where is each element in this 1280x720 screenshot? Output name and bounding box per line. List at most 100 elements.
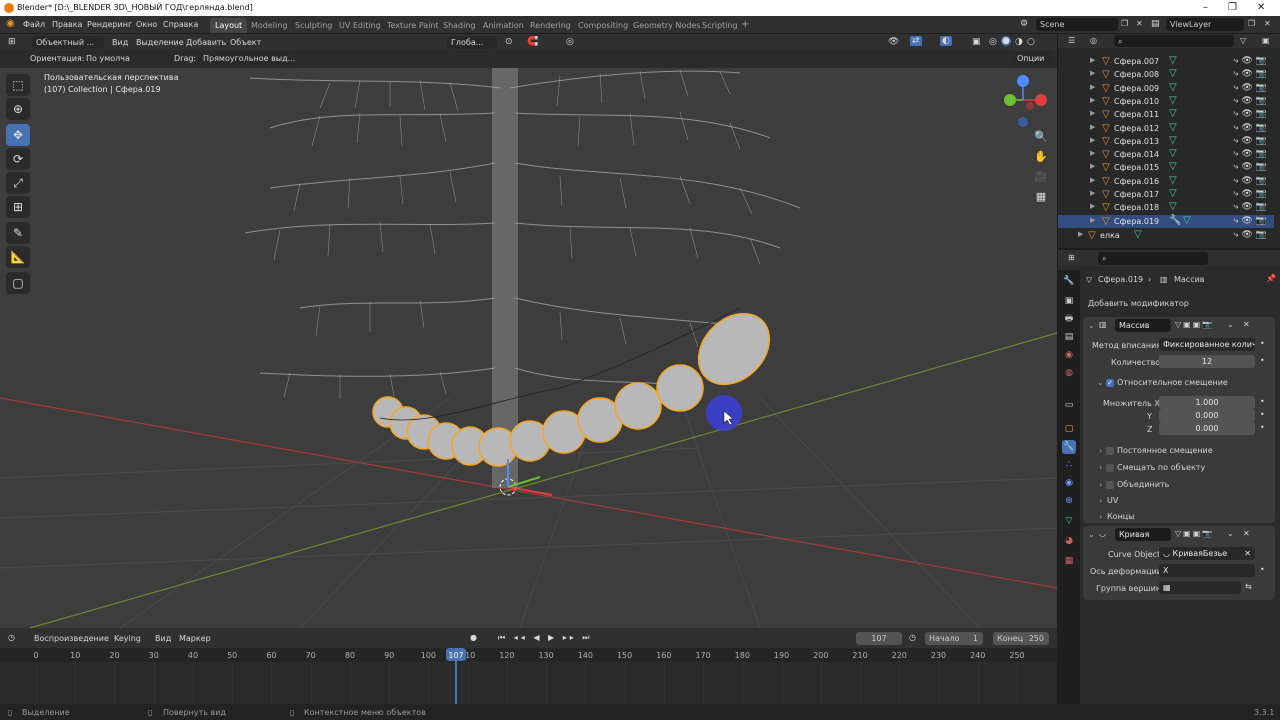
- expand-arrow-icon[interactable]: ▶: [1090, 136, 1095, 144]
- tab-layout[interactable]: Layout: [210, 18, 248, 33]
- row-visibility-icons[interactable]: ⤷👁📷: [1233, 202, 1270, 212]
- invert-vertex-group-icon[interactable]: ⇆: [1245, 582, 1252, 591]
- mode-dropdown[interactable]: Объектный ...: [32, 36, 104, 49]
- modifier-tab-icon[interactable]: 🔧: [1062, 440, 1076, 454]
- menu-view[interactable]: Вид: [112, 38, 128, 47]
- physics-tab-icon[interactable]: ◉: [1062, 476, 1076, 490]
- outliner-search-input[interactable]: ⌕: [1114, 35, 1234, 47]
- expand-arrow-icon[interactable]: ▶: [1090, 162, 1095, 170]
- scale-tool[interactable]: ⤢: [6, 172, 30, 194]
- data-tab-icon[interactable]: ▽: [1062, 514, 1076, 528]
- blender-menu-icon[interactable]: ◉: [6, 18, 15, 29]
- object-offset-expand-icon[interactable]: ›: [1099, 463, 1102, 472]
- filter-icon[interactable]: ▽: [1240, 36, 1246, 45]
- outliner-item[interactable]: ▶ ▽ Сфера.016 ▽ ⤷👁📷: [1058, 175, 1274, 188]
- timeline-view-menu[interactable]: Вид: [155, 634, 171, 643]
- factor-y-field[interactable]: 0.000: [1159, 409, 1255, 422]
- xray-icon[interactable]: ▣: [972, 37, 981, 47]
- array-remove-icon[interactable]: ✕: [1243, 320, 1250, 329]
- record-icon[interactable]: ●: [470, 633, 477, 642]
- outliner-item[interactable]: ▶ ▽ Сфера.007 ▽ ⤷👁📷: [1058, 55, 1274, 68]
- array-dropdown-icon[interactable]: ⌄: [1227, 320, 1234, 329]
- move-tool[interactable]: ✥: [6, 124, 30, 146]
- row-visibility-icons[interactable]: ⤷👁📷: [1233, 162, 1270, 172]
- menu-add[interactable]: Добавить: [186, 38, 226, 47]
- rotate-tool[interactable]: ⟳: [6, 148, 30, 170]
- particles-tab-icon[interactable]: ∴: [1062, 458, 1076, 472]
- minimize-icon[interactable]: –: [1203, 2, 1208, 13]
- playhead-frame-badge[interactable]: 107: [446, 648, 466, 661]
- expand-arrow-icon[interactable]: ▶: [1090, 83, 1095, 91]
- new-collection-icon[interactable]: ▣: [1262, 36, 1270, 45]
- outliner-item[interactable]: ▶ ▽ Сфера.018 ▽ ⤷👁📷: [1058, 201, 1274, 214]
- vertex-group-field[interactable]: ▦: [1159, 581, 1241, 594]
- tab-geometry-nodes[interactable]: Geometry Nodes: [628, 18, 705, 33]
- gizmo-toggle-icon[interactable]: ⇄: [910, 36, 922, 46]
- end-frame-field[interactable]: Конец 250: [993, 632, 1049, 645]
- close-scene-icon[interactable]: ✕: [1136, 19, 1143, 28]
- shading-solid-icon[interactable]: ●: [1001, 36, 1011, 46]
- frame-ruler[interactable]: 0 10 20 30 40 50 60 70 80 90 100 110 120 130 140 150 160…: [0, 648, 1057, 662]
- relative-offset-checkbox[interactable]: ✓: [1106, 379, 1114, 387]
- measure-tool[interactable]: 📐: [6, 246, 30, 268]
- factor-x-keyframe-icon[interactable]: •: [1260, 397, 1265, 406]
- fit-type-keyframe-icon[interactable]: •: [1260, 339, 1265, 348]
- properties-editor-icon[interactable]: ⊞: [1068, 253, 1075, 262]
- playback-menu[interactable]: Воспроизведение: [34, 634, 109, 643]
- view-layer-selector[interactable]: ViewLayer: [1166, 18, 1244, 31]
- outliner-item[interactable]: ▶ ▽ Сфера.019 🔧 ▽ ⤷👁📷: [1058, 215, 1274, 228]
- constant-offset-checkbox[interactable]: [1106, 447, 1114, 455]
- tab-shading[interactable]: Shading: [438, 18, 481, 33]
- uv-label[interactable]: UV: [1107, 496, 1118, 505]
- expand-arrow-icon[interactable]: ▶: [1090, 149, 1095, 157]
- start-frame-field[interactable]: Начало 1: [925, 632, 983, 645]
- row-visibility-icons[interactable]: ⤷👁📷: [1233, 83, 1270, 93]
- merge-checkbox[interactable]: [1106, 481, 1114, 489]
- curve-remove-icon[interactable]: ✕: [1243, 529, 1250, 538]
- view-layer-tab-icon[interactable]: ▤: [1062, 330, 1076, 344]
- outliner-item[interactable]: ▶ ▽ Сфера.010 ▽ ⤷👁📷: [1058, 95, 1274, 108]
- tab-texture-paint[interactable]: Texture Paint: [382, 18, 444, 33]
- collapse-arrow-icon[interactable]: ⌄: [1088, 530, 1095, 539]
- menu-edit[interactable]: Правка: [52, 20, 82, 29]
- merge-expand-icon[interactable]: ›: [1099, 480, 1102, 489]
- shading-material-icon[interactable]: ◑: [1015, 37, 1023, 47]
- factor-x-field[interactable]: 1.000: [1159, 396, 1255, 409]
- snap-icon[interactable]: 🧲: [527, 37, 538, 47]
- row-visibility-icons[interactable]: ⤷👁📷: [1233, 69, 1270, 79]
- scene-selector[interactable]: Scene: [1036, 18, 1118, 31]
- properties-search-input[interactable]: ⌕: [1098, 252, 1208, 265]
- orientation-dropdown[interactable]: По умолча: [82, 52, 144, 65]
- outliner-item[interactable]: ▶ ▽ Сфера.015 ▽ ⤷👁📷: [1058, 161, 1274, 174]
- curve-modifier-name[interactable]: Кривая: [1115, 528, 1171, 541]
- outliner-item[interactable]: ▶ ▽ Сфера.017 ▽ ⤷👁📷: [1058, 188, 1274, 201]
- menu-render[interactable]: Рендеринг: [87, 20, 132, 29]
- playhead-line[interactable]: [455, 661, 457, 704]
- add-cube-tool[interactable]: ▢: [6, 272, 30, 294]
- drag-dropdown[interactable]: Прямоугольное выд...: [199, 52, 295, 65]
- outliner-item[interactable]: ▶ ▽ Сфера.014 ▽ ⤷👁📷: [1058, 148, 1274, 161]
- add-workspace-button[interactable]: +: [736, 18, 754, 33]
- tab-modeling[interactable]: Modeling: [246, 18, 292, 33]
- output-tab-icon[interactable]: 🖶: [1062, 312, 1076, 326]
- playback-controls[interactable]: ⏮ ◂◂ ◀ ▶ ▸▸ ⏭: [498, 633, 592, 643]
- outliner-item[interactable]: ▶ ▽ Сфера.008 ▽ ⤷👁📷: [1058, 68, 1274, 81]
- deform-axis-keyframe-icon[interactable]: •: [1260, 565, 1265, 574]
- transform-tool[interactable]: ⊞: [6, 196, 30, 218]
- add-modifier-button[interactable]: Добавить модификатор: [1088, 299, 1189, 308]
- menu-help[interactable]: Справка: [163, 20, 198, 29]
- deform-axis-dropdown[interactable]: X: [1159, 564, 1255, 577]
- constraints-tab-icon[interactable]: ⊛: [1062, 494, 1076, 508]
- object-tab-icon[interactable]: ▢: [1062, 422, 1076, 436]
- row-visibility-icons[interactable]: ⤷👁📷: [1233, 56, 1270, 66]
- cursor-tool[interactable]: ⊕: [6, 98, 30, 120]
- transform-orientation-dropdown[interactable]: Глоба...: [447, 36, 497, 49]
- options-dropdown[interactable]: Опции: [1013, 52, 1053, 65]
- collection-tab-icon[interactable]: ▭: [1062, 398, 1076, 412]
- keying-menu[interactable]: Keying: [114, 634, 141, 643]
- array-modifier-name[interactable]: Массив: [1115, 319, 1171, 332]
- texture-tab-icon[interactable]: ▦: [1062, 554, 1076, 568]
- row-visibility-icons[interactable]: ⤷👁📷: [1233, 230, 1270, 240]
- visibility-icon[interactable]: 👁: [888, 37, 899, 47]
- current-frame-field[interactable]: 107: [856, 632, 902, 645]
